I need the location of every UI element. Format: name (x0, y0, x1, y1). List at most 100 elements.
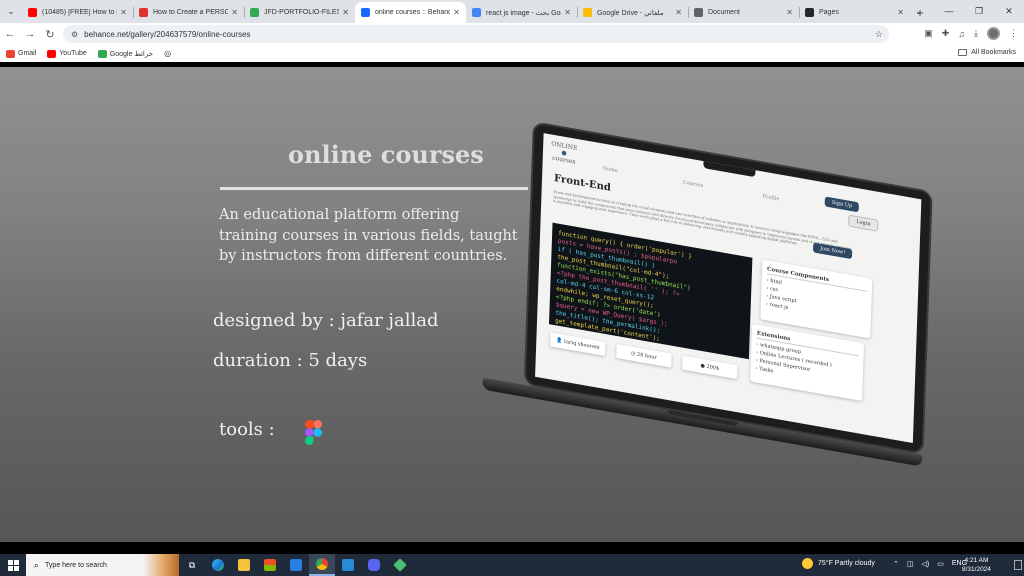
diamond-app-icon (393, 558, 407, 572)
vscode-app[interactable] (335, 554, 361, 576)
close-tab-icon[interactable]: ✕ (675, 8, 682, 17)
site-nav-courses[interactable]: Courses (683, 179, 704, 189)
taskbar-search[interactable]: ⌕ Type here to search (26, 554, 179, 576)
site-logo: ONLINE ● courses (551, 140, 577, 165)
close-window-button[interactable]: ✕ (994, 0, 1024, 22)
all-bookmarks-button[interactable]: All Bookmarks (958, 49, 1016, 56)
network-icon[interactable]: ◫ (907, 560, 914, 568)
bookmark-item[interactable]: Gmail (6, 49, 37, 58)
window-controls: ⌄ — ❐ ✕ (904, 0, 1024, 22)
github-icon (805, 8, 814, 17)
browser-toolbar: ← → ↻ ⚙ behance.net/gallery/204637579/on… (0, 23, 1024, 45)
browser-tab[interactable]: Document ✕ (688, 2, 799, 23)
file-explorer-app[interactable] (231, 554, 257, 576)
bookmark-icon (97, 49, 107, 58)
tab-search-button[interactable]: ⌄ (0, 0, 22, 23)
browser-tab[interactable]: react js image - بحث Goo✕ (466, 2, 577, 23)
windows-taskbar: ⌕ Type here to search ⧉ 75°F Partly clou… (0, 554, 1024, 576)
browser-tab[interactable]: Google Drive - ملفاتي ✕ (577, 2, 688, 23)
battery-icon[interactable]: ▭ (937, 560, 944, 568)
bookmark-item[interactable]: YouTube (47, 49, 87, 58)
laptop-mockup: ONLINE ● courses Home Courses Profile Si… (482, 114, 933, 467)
all-bookmarks-label: All Bookmarks (971, 49, 1016, 56)
weather-text: 75°F Partly cloudy (818, 560, 875, 567)
component-item-label: react js (769, 301, 789, 312)
tab-title: JFD-PORTFOLIO-FILES.zip (264, 9, 340, 16)
site-info-icon[interactable]: ⚙ (71, 30, 78, 39)
windows-icon (7, 559, 19, 571)
instructor-name: tariq shoorem (563, 338, 600, 352)
behance-icon (361, 8, 370, 17)
browser-tab[interactable]: JFD-PORTFOLIO-FILES.zip✕ (244, 2, 355, 23)
start-button[interactable] (0, 554, 26, 576)
store-app[interactable] (257, 554, 283, 576)
reload-button[interactable]: ↻ (40, 28, 60, 41)
back-button[interactable]: ← (0, 28, 20, 40)
clock[interactable]: 4:21 AM 8/31/2024 (962, 556, 991, 574)
globe-icon[interactable]: ◎ (164, 49, 171, 58)
weather-widget[interactable]: 75°F Partly cloudy (802, 558, 875, 569)
app-green[interactable] (387, 554, 413, 576)
folder-icon (958, 49, 968, 56)
page-bottom-border (0, 542, 1024, 554)
bookmarks-bar: Gmail YouTube Google خرائط ◎ All Bookmarks (0, 45, 1024, 62)
profile-avatar[interactable] (987, 27, 1000, 40)
download-icon[interactable]: ⤓ (974, 28, 978, 39)
weather-icon (802, 558, 813, 569)
task-view-button[interactable]: ⧉ (179, 554, 205, 576)
globe-icon (694, 8, 703, 17)
google-icon (472, 8, 481, 17)
site-login-button[interactable]: Login (848, 214, 879, 232)
bookmark-star-icon[interactable]: ☆ (875, 29, 883, 40)
media-icon[interactable]: ♫ (958, 29, 965, 39)
close-tab-icon[interactable]: ✕ (120, 8, 127, 17)
extension-icon[interactable]: ▣ (924, 28, 933, 39)
close-tab-icon[interactable]: ✕ (453, 8, 460, 17)
forward-button[interactable]: → (20, 28, 40, 40)
close-tab-icon[interactable]: ✕ (231, 8, 238, 17)
puzzle-icon[interactable]: ✚ (942, 28, 950, 39)
chevron-down-icon[interactable]: ⌄ (904, 0, 934, 22)
folder-icon (238, 559, 250, 571)
figma-icon (305, 420, 322, 445)
restore-button[interactable]: ❐ (964, 0, 994, 22)
address-bar[interactable]: ⚙ behance.net/gallery/204637579/online-c… (63, 25, 889, 43)
browser-tab[interactable]: How to Create a PERSONA✕ (133, 2, 244, 23)
bookmark-item[interactable]: Google خرائط (97, 49, 153, 58)
discord-app[interactable] (361, 554, 387, 576)
browser-tab[interactable]: Pages ✕ (799, 2, 910, 23)
close-tab-icon[interactable]: ✕ (564, 8, 571, 17)
chrome-app[interactable] (309, 554, 335, 576)
clock-time: 4:21 AM (964, 557, 989, 564)
user-icon: 👤 (556, 337, 565, 345)
tab-title: How to Create a PERSONA (153, 9, 229, 16)
bookmark-list: Gmail YouTube Google خرائط (6, 49, 164, 58)
menu-icon[interactable]: ⋮ (1009, 28, 1018, 39)
close-tab-icon[interactable]: ✕ (342, 8, 349, 17)
tab-title: Google Drive - ملفاتي (597, 9, 664, 17)
site-signup-button[interactable]: Sign Up (824, 196, 860, 213)
project-canvas: online courses An educational platform o… (0, 67, 1024, 542)
laptop-screen-group: ONLINE ● courses Home Courses Profile Si… (480, 114, 933, 534)
browser-tab[interactable]: online courses :: Behance ✕ (355, 2, 466, 23)
search-highlight-image (143, 554, 179, 576)
edge-app[interactable] (205, 554, 231, 576)
notifications-icon[interactable] (1014, 560, 1022, 570)
minimize-button[interactable]: — (934, 0, 964, 22)
browser-tab[interactable]: (10485) [FREE] How to Ma✕ (22, 2, 133, 23)
site-nav-profile[interactable]: Profile (763, 194, 780, 203)
camera-notch (703, 160, 756, 178)
close-tab-icon[interactable]: ✕ (897, 8, 904, 17)
store-icon (264, 559, 276, 571)
site-nav-home[interactable]: Home (603, 165, 618, 174)
task-view-icon: ⧉ (188, 559, 196, 570)
url-text: behance.net/gallery/204637579/online-cou… (84, 29, 251, 39)
mail-app[interactable] (283, 554, 309, 576)
bookmark-label: Gmail (18, 50, 37, 57)
volume-icon[interactable]: ◁) (922, 560, 930, 568)
chevron-up-icon[interactable]: ⌃ (893, 560, 899, 568)
price-value: 200$ (706, 363, 720, 372)
tab-strip: ⌄ (10485) [FREE] How to Ma✕How to Create… (0, 0, 1024, 23)
close-tab-icon[interactable]: ✕ (786, 8, 793, 17)
project-title: online courses (288, 140, 484, 169)
